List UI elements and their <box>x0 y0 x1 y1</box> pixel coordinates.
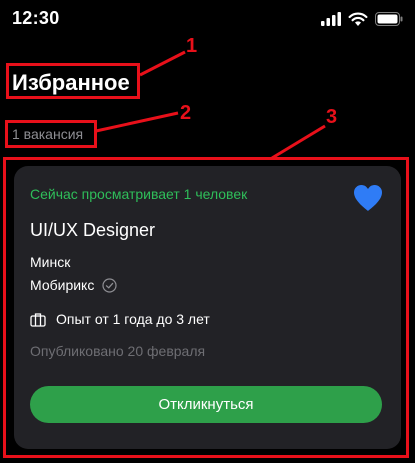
annotation-number-3: 3 <box>326 106 338 128</box>
wifi-icon <box>348 12 368 26</box>
annotation-number-1: 1 <box>186 35 198 57</box>
annotation-box-title <box>6 63 140 99</box>
annotation-box-count <box>5 120 97 148</box>
company-name[interactable]: Мобирикс <box>30 277 94 293</box>
annotation-number-2: 2 <box>180 102 192 124</box>
signal-icon <box>321 12 341 26</box>
viewing-now-text: Сейчас просматривает 1 человек <box>30 186 248 202</box>
published-date: Опубликовано 20 февраля <box>30 343 206 359</box>
battery-icon <box>375 12 403 26</box>
vacancy-city: Минск <box>30 254 71 270</box>
vacancy-title[interactable]: UI/UX Designer <box>30 220 155 241</box>
status-bar: 12:30 <box>0 0 415 38</box>
heart-icon[interactable] <box>353 184 383 212</box>
briefcase-icon <box>30 312 46 327</box>
status-icons <box>321 9 403 29</box>
experience-text: Опыт от 1 года до 3 лет <box>56 311 210 327</box>
status-time: 12:30 <box>12 8 60 28</box>
company-row: Мобирикс <box>30 277 117 293</box>
vacancy-card[interactable]: Сейчас просматривает 1 человек UI/UX Des… <box>14 166 401 449</box>
respond-button[interactable]: Откликнуться <box>30 386 382 423</box>
verified-check-icon <box>102 277 117 293</box>
experience-row: Опыт от 1 года до 3 лет <box>30 311 210 327</box>
